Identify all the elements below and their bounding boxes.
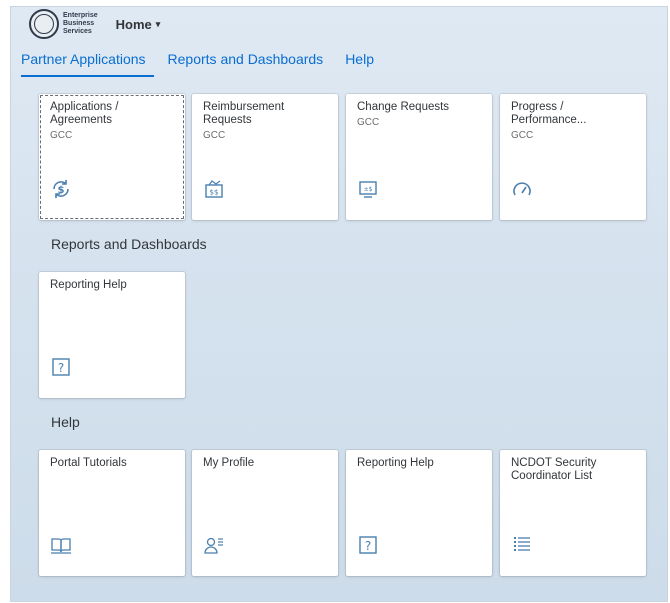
shell-bar: Enterprise Business Services Home ▾ — [11, 7, 667, 41]
svg-text:$: $ — [58, 185, 65, 196]
tile-title: Applications / Agreements — [50, 101, 119, 126]
section-title-reports: Reports and Dashboards — [51, 236, 207, 252]
tile-ncdot-security-coordinator-list[interactable]: NCDOT Security Coordinator List — [500, 450, 646, 576]
user-profile-icon — [203, 534, 225, 556]
tile-title: Reporting Help — [50, 279, 127, 291]
monitor-dollar-icon: ±$ — [357, 178, 379, 200]
launchpad: Enterprise Business Services Home ▾ Part… — [10, 6, 668, 602]
dollar-refresh-icon: $ — [50, 178, 72, 200]
tile-progress-performance[interactable]: Progress / Performance... GCC — [500, 94, 646, 220]
anchor-bar: Partner Applications Reports and Dashboa… — [11, 45, 386, 77]
tile-subtitle: GCC — [203, 130, 226, 141]
money-document-icon: $$ — [203, 178, 225, 200]
logo-line-3: Services — [63, 28, 92, 35]
question-box-icon: ? — [50, 356, 72, 378]
tile-subtitle: GCC — [511, 130, 534, 141]
tile-subtitle: GCC — [50, 130, 73, 141]
tile-title: Progress / Performance... — [511, 101, 587, 126]
gauge-icon — [511, 178, 533, 200]
home-label: Home — [115, 16, 152, 32]
tile-title: Change Requests — [357, 101, 450, 113]
tile-title: Reimbursement Requests — [203, 101, 285, 126]
tile-title: NCDOT Security Coordinator List — [511, 457, 597, 482]
open-book-icon — [50, 534, 72, 556]
list-icon — [511, 534, 533, 556]
tile-title: My Profile — [203, 457, 255, 469]
logo-line-1: Enterprise — [63, 12, 98, 19]
chevron-down-icon: ▾ — [155, 18, 161, 29]
home-menu-button[interactable]: Home ▾ — [116, 17, 161, 32]
company-logo[interactable]: Enterprise Business Services — [29, 9, 98, 39]
tile-reporting-help[interactable]: Reporting Help ? — [39, 272, 185, 398]
tab-partner-applications[interactable]: Partner Applications — [11, 45, 158, 77]
tile-reporting-help-2[interactable]: Reporting Help ? — [346, 450, 492, 576]
tile-portal-tutorials[interactable]: Portal Tutorials — [39, 450, 185, 576]
question-box-icon: ? — [357, 534, 379, 556]
tile-reimbursement-requests[interactable]: Reimbursement Requests GCC $$ — [192, 94, 338, 220]
seal-icon — [29, 9, 59, 39]
tile-change-requests[interactable]: Change Requests GCC ±$ — [346, 94, 492, 220]
svg-text:?: ? — [365, 539, 371, 553]
tile-title: Portal Tutorials — [50, 457, 127, 469]
svg-text:±$: ±$ — [364, 186, 373, 193]
tile-applications-agreements[interactable]: Applications / Agreements GCC $ — [39, 94, 185, 220]
tile-subtitle: GCC — [357, 117, 380, 128]
svg-text:?: ? — [58, 361, 64, 375]
tab-reports-and-dashboards[interactable]: Reports and Dashboards — [158, 45, 336, 75]
tile-title: Reporting Help — [357, 457, 434, 469]
section-title-help: Help — [51, 414, 80, 430]
tab-help[interactable]: Help — [335, 45, 386, 75]
tile-my-profile[interactable]: My Profile — [192, 450, 338, 576]
svg-text:$$: $$ — [210, 189, 219, 197]
logo-line-2: Business — [63, 20, 95, 27]
logo-text: Enterprise Business Services — [63, 12, 98, 36]
